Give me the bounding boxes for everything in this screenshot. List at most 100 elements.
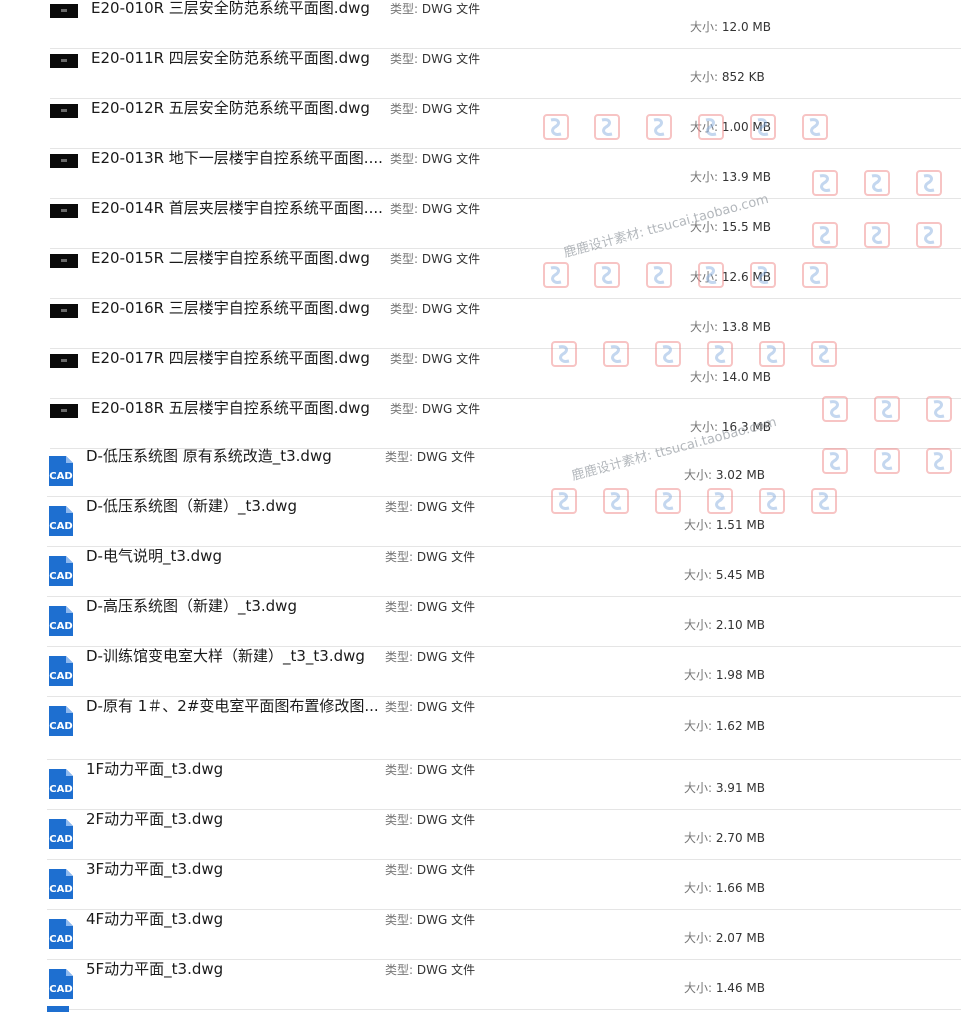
type-label: 类型: — [385, 500, 414, 514]
file-type: 类型: DWG 文件 — [385, 863, 475, 877]
type-label: 类型: — [390, 202, 419, 216]
type-label: 类型: — [390, 102, 419, 116]
size-label: 大小: — [690, 20, 719, 34]
type-value: DWG 文件 — [413, 550, 476, 564]
size-label: 大小: — [684, 468, 713, 482]
file-name[interactable]: D-训练馆变电室大样（新建）_t3_t3.dwg — [86, 647, 365, 665]
file-name[interactable]: E20-010R 三层安全防范系统平面图.dwg — [91, 0, 370, 17]
file-row[interactable]: CAD 5F动力平面_t3.dwg 类型: DWG 文件 大小: 1.46 MB — [47, 960, 961, 1010]
file-row[interactable]: CAD D-高压系统图（新建）_t3.dwg 类型: DWG 文件 大小: 2.10… — [47, 597, 961, 647]
file-name[interactable]: 2F动力平面_t3.dwg — [86, 810, 223, 828]
file-name[interactable]: E20-017R 四层楼宇自控系统平面图.dwg — [91, 349, 370, 367]
svg-text:CAD: CAD — [49, 571, 72, 582]
file-name[interactable]: E20-013R 地下一层楼宇自控系统平面图.... — [91, 149, 383, 167]
file-name[interactable]: 4F动力平面_t3.dwg — [86, 910, 223, 928]
type-value: DWG 文件 — [413, 913, 476, 927]
file-type: 类型: DWG 文件 — [385, 600, 475, 614]
file-row[interactable]: CAD 2F动力平面_t3.dwg 类型: DWG 文件 大小: 2.70 MB — [47, 810, 961, 860]
file-size: 大小: 5.45 MB — [684, 568, 765, 582]
file-type: 类型: DWG 文件 — [390, 102, 480, 116]
size-label: 大小: — [690, 270, 719, 284]
file-row[interactable]: CAD 1F动力平面_t3.dwg 类型: DWG 文件 大小: 3.91 MB — [47, 760, 961, 810]
file-name[interactable]: E20-012R 五层安全防范系统平面图.dwg — [91, 99, 370, 117]
size-value: 1.51 MB — [712, 518, 765, 532]
svg-text:CAD: CAD — [49, 471, 72, 482]
dwg-thumbnail — [50, 354, 78, 368]
file-row[interactable]: E20-012R 五层安全防范系统平面图.dwg 类型: DWG 文件 大小: 1.… — [50, 99, 961, 149]
file-name[interactable]: E20-015R 二层楼宇自控系统平面图.dwg — [91, 249, 370, 267]
file-name[interactable]: 1F动力平面_t3.dwg — [86, 760, 223, 778]
file-type: 类型: DWG 文件 — [390, 252, 480, 266]
type-label: 类型: — [385, 913, 414, 927]
size-label: 大小: — [690, 220, 719, 234]
file-type: 类型: DWG 文件 — [390, 152, 480, 166]
file-name[interactable]: E20-016R 三层楼宇自控系统平面图.dwg — [91, 299, 370, 317]
file-size: 大小: 2.07 MB — [684, 931, 765, 945]
file-size: 大小: 1.98 MB — [684, 668, 765, 682]
size-value: 13.9 MB — [718, 170, 771, 184]
type-value: DWG 文件 — [418, 302, 481, 316]
file-size: 大小: 1.62 MB — [684, 719, 765, 733]
svg-text:CAD: CAD — [49, 934, 72, 945]
type-label: 类型: — [390, 402, 419, 416]
type-label: 类型: — [385, 700, 414, 714]
file-row[interactable]: E20-014R 首层夹层楼宇自控系统平面图.... 类型: DWG 文件 大小: … — [50, 199, 961, 249]
dwg-thumbnail — [50, 154, 78, 168]
file-row[interactable]: CAD D-训练馆变电室大样（新建）_t3_t3.dwg 类型: DWG 文件大小… — [47, 647, 961, 697]
file-type: 类型: DWG 文件 — [390, 302, 480, 316]
file-name[interactable]: E20-011R 四层安全防范系统平面图.dwg — [91, 49, 370, 67]
file-list: E20-010R 三层安全防范系统平面图.dwg 类型: DWG 文件 大小: 12… — [0, 0, 961, 1012]
dwg-thumbnail — [50, 304, 78, 318]
file-type: 类型: DWG 文件 — [385, 913, 475, 927]
size-value: 3.02 MB — [712, 468, 765, 482]
type-value: DWG 文件 — [413, 450, 476, 464]
svg-text:CAD: CAD — [49, 521, 72, 532]
size-label: 大小: — [690, 70, 719, 84]
file-row[interactable]: E20-016R 三层楼宇自控系统平面图.dwg 类型: DWG 文件 大小: 13… — [50, 299, 961, 349]
file-row[interactable]: E20-015R 二层楼宇自控系统平面图.dwg 类型: DWG 文件 大小: 12… — [50, 249, 961, 299]
file-name[interactable]: E20-018R 五层楼宇自控系统平面图.dwg — [91, 399, 370, 417]
file-row[interactable]: CAD D-低压系统图（新建）_t3.dwg 类型: DWG 文件 大小: 1.51… — [47, 497, 961, 547]
file-size: 大小: 3.91 MB — [684, 781, 765, 795]
file-name[interactable]: E20-014R 首层夹层楼宇自控系统平面图.... — [91, 199, 383, 217]
file-row[interactable]: E20-018R 五层楼宇自控系统平面图.dwg 类型: DWG 文件 大小: 16… — [50, 399, 961, 449]
cad-file-icon: CAD — [47, 654, 75, 688]
size-value: 12.0 MB — [718, 20, 771, 34]
file-row[interactable]: E20-013R 地下一层楼宇自控系统平面图.... 类型: DWG 文件 大小: … — [50, 149, 961, 199]
file-size: 大小: 2.10 MB — [684, 618, 765, 632]
file-name[interactable]: D-高压系统图（新建）_t3.dwg — [86, 597, 297, 615]
size-value: 14.0 MB — [718, 370, 771, 384]
file-row[interactable]: CAD 3F动力平面_t3.dwg 类型: DWG 文件 大小: 1.66 MB — [47, 860, 961, 910]
size-value: 1.66 MB — [712, 881, 765, 895]
size-value: 16.3 MB — [718, 420, 771, 434]
file-name[interactable]: D-低压系统图（新建）_t3.dwg — [86, 497, 297, 515]
file-name[interactable]: D-电气说明_t3.dwg — [86, 547, 222, 565]
type-label: 类型: — [385, 963, 414, 977]
file-size: 大小: 1.46 MB — [684, 981, 765, 995]
file-row[interactable]: E20-017R 四层楼宇自控系统平面图.dwg 类型: DWG 文件 大小: 14… — [50, 349, 961, 399]
file-name[interactable]: D-原有 1＃、2#变电室平面图布置修改图... — [86, 697, 379, 715]
type-value: DWG 文件 — [413, 963, 476, 977]
file-name[interactable]: D-低压系统图 原有系统改造_t3.dwg — [86, 447, 332, 465]
type-value: DWG 文件 — [418, 2, 481, 16]
file-row[interactable]: CAD D-低压系统图 原有系统改造_t3.dwg 类型: DWG 文件 大小: 3… — [47, 447, 961, 497]
file-row[interactable]: E20-010R 三层安全防范系统平面图.dwg 类型: DWG 文件 大小: 12… — [50, 0, 961, 49]
size-label: 大小: — [684, 618, 713, 632]
file-type: 类型: DWG 文件 — [385, 963, 475, 977]
file-type: 类型: DWG 文件 — [390, 52, 480, 66]
type-value: DWG 文件 — [413, 813, 476, 827]
size-label: 大小: — [690, 170, 719, 184]
svg-text:CAD: CAD — [49, 884, 72, 895]
file-name[interactable]: 3F动力平面_t3.dwg — [86, 860, 223, 878]
type-value: DWG 文件 — [413, 650, 476, 664]
file-row[interactable]: E20-011R 四层安全防范系统平面图.dwg 类型: DWG 文件 大小: 85… — [50, 49, 961, 99]
dwg-thumbnail — [50, 4, 78, 18]
size-value: 3.91 MB — [712, 781, 765, 795]
type-value: DWG 文件 — [413, 700, 476, 714]
file-row[interactable]: CAD 4F动力平面_t3.dwg 类型: DWG 文件大小: 2.07 MB — [47, 910, 961, 960]
file-name[interactable]: 5F动力平面_t3.dwg — [86, 960, 223, 978]
file-row[interactable]: CAD D-电气说明_t3.dwg 类型: DWG 文件 大小: 5.45 MB — [47, 547, 961, 597]
size-label: 大小: — [684, 931, 713, 945]
file-row[interactable]: CAD D-原有 1＃、2#变电室平面图布置修改图... 类型: DWG 文件 大小… — [47, 697, 961, 760]
type-label: 类型: — [385, 650, 414, 664]
